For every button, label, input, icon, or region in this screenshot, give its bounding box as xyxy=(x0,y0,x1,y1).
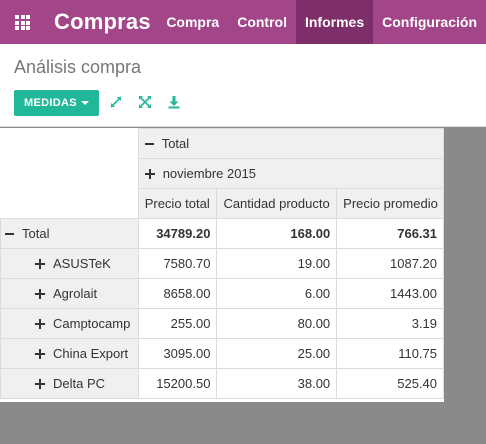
table-cell: 34789.20 xyxy=(137,218,218,249)
row-header[interactable]: China Export xyxy=(0,338,139,369)
table-cell: 168.00 xyxy=(216,218,338,249)
row-header-label: Agrolait xyxy=(53,286,98,301)
expand-icon xyxy=(35,288,45,299)
table-row: ASUSTeK 7580.70 19.00 1087.20 xyxy=(0,248,444,279)
caret-down-icon xyxy=(80,101,89,105)
row-header[interactable]: Agrolait xyxy=(0,278,139,309)
app-title: Compras xyxy=(54,9,151,34)
col-header-group-label: noviembre 2015 xyxy=(162,166,256,181)
expand-icon xyxy=(35,378,45,389)
pivot-table: Total noviembre 2015 Precio total Cantid… xyxy=(0,128,445,399)
collapse-icon xyxy=(144,142,154,145)
row-header-total-label: Total xyxy=(22,226,50,241)
breadcrumb[interactable]: Análisis compra xyxy=(14,57,141,78)
table-cell: 525.40 xyxy=(336,368,444,399)
pivot-corner xyxy=(0,128,139,219)
table-cell: 25.00 xyxy=(216,338,338,369)
expand-icon xyxy=(35,318,45,329)
expand-all-icon[interactable] xyxy=(137,94,153,110)
row-header[interactable]: Camptocamp xyxy=(0,308,139,339)
menu-item-control[interactable]: Control xyxy=(228,0,296,44)
expand-icon xyxy=(35,258,45,269)
control-panel: Análisis compra MEDIDAS xyxy=(0,44,486,127)
measures-button[interactable]: MEDIDAS xyxy=(14,90,99,116)
measure-header[interactable]: Precio total xyxy=(137,188,218,219)
main-menu: Compra Control Informes Configuración xyxy=(157,0,486,44)
col-header-total-label: Total xyxy=(161,136,190,151)
download-icon[interactable] xyxy=(166,94,182,110)
col-header-total[interactable]: Total xyxy=(137,128,445,159)
pivot-view: Total noviembre 2015 Precio total Cantid… xyxy=(0,128,445,402)
row-header-label: ASUSTeK xyxy=(53,256,111,271)
measure-header[interactable]: Precio promedio xyxy=(336,188,444,219)
top-navbar: Compras Compra Control Informes Configur… xyxy=(0,0,486,44)
table-cell: 1087.20 xyxy=(336,248,444,279)
table-cell: 255.00 xyxy=(137,308,218,339)
table-row: China Export 3095.00 25.00 110.75 xyxy=(0,338,444,369)
col-header-group[interactable]: noviembre 2015 xyxy=(137,158,445,189)
table-cell: 80.00 xyxy=(216,308,338,339)
table-cell: 766.31 xyxy=(336,218,444,249)
row-header-label: Camptocamp xyxy=(53,316,131,331)
table-row: Camptocamp 255.00 80.00 3.19 xyxy=(0,308,444,339)
expand-icon xyxy=(35,348,45,359)
table-cell: 8658.00 xyxy=(137,278,218,309)
table-cell: 6.00 xyxy=(216,278,338,309)
row-header[interactable]: ASUSTeK xyxy=(0,248,139,279)
table-cell: 38.00 xyxy=(216,368,338,399)
row-header-label: China Export xyxy=(53,346,129,361)
table-cell: 3095.00 xyxy=(137,338,218,369)
collapse-icon xyxy=(5,232,14,235)
table-row: Agrolait 8658.00 6.00 1443.00 xyxy=(0,278,444,309)
row-header-total[interactable]: Total xyxy=(0,218,139,249)
table-row: Delta PC 15200.50 38.00 525.40 xyxy=(0,368,444,399)
table-cell: 15200.50 xyxy=(137,368,218,399)
row-header[interactable]: Delta PC xyxy=(0,368,139,399)
menu-item-compra[interactable]: Compra xyxy=(157,0,228,44)
flip-axis-icon[interactable] xyxy=(108,94,124,110)
table-cell: 110.75 xyxy=(336,338,444,369)
menu-item-informes[interactable]: Informes xyxy=(295,0,374,44)
table-cell: 1443.00 xyxy=(336,278,444,309)
menu-item-configuracion[interactable]: Configuración xyxy=(373,0,486,44)
table-cell: 19.00 xyxy=(216,248,338,279)
table-cell: 3.19 xyxy=(336,308,444,339)
measure-header[interactable]: Cantidad producto xyxy=(216,188,338,219)
measures-button-label: MEDIDAS xyxy=(24,97,77,109)
row-header-label: Delta PC xyxy=(53,376,106,391)
expand-icon xyxy=(144,168,155,179)
apps-grid-icon[interactable] xyxy=(15,15,33,30)
table-cell: 7580.70 xyxy=(137,248,218,279)
table-row-total: Total 34789.20 168.00 766.31 xyxy=(0,218,444,249)
